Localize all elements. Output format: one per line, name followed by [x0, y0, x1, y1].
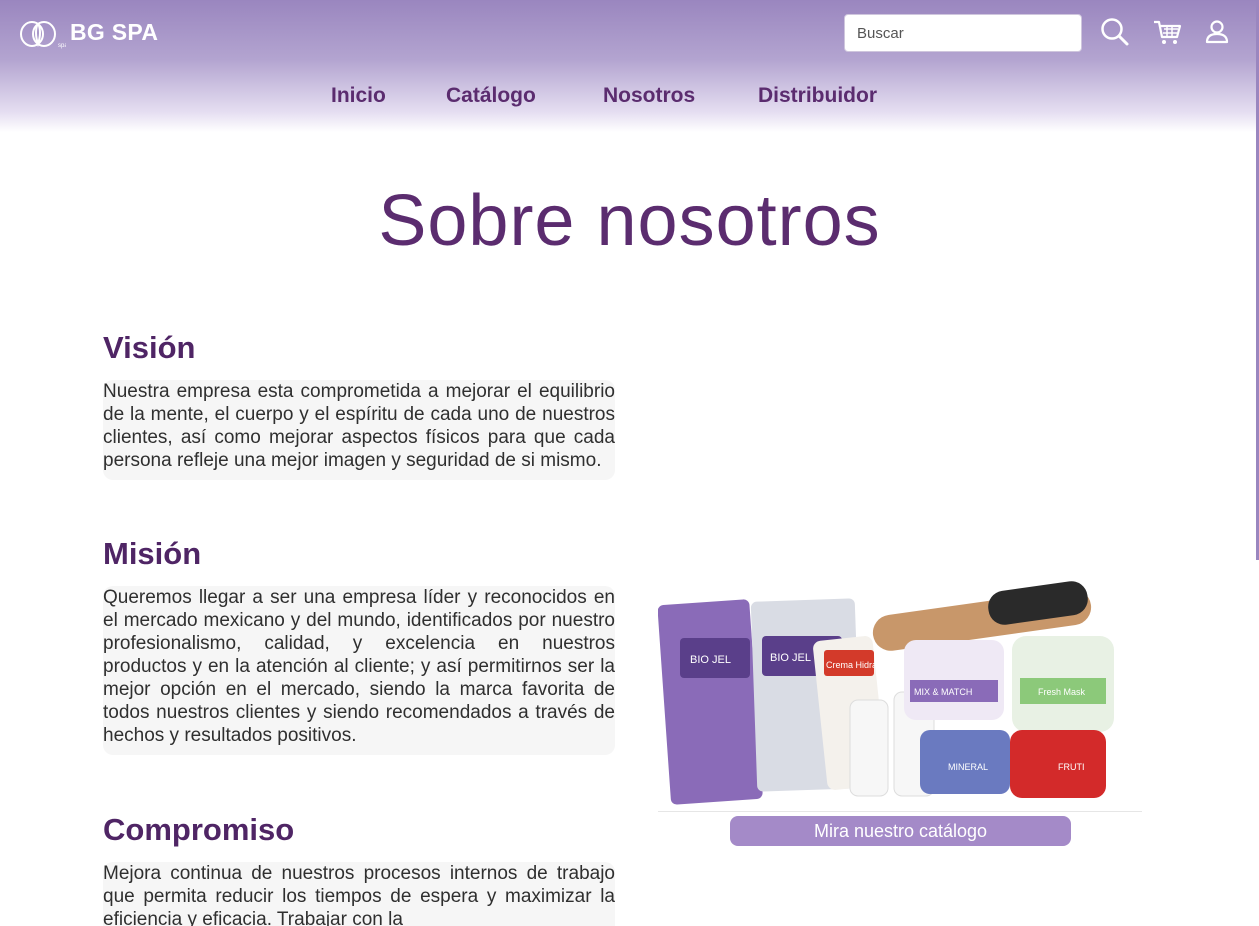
search-input[interactable] — [844, 14, 1082, 52]
products-image[interactable]: BIO JEL BIO JEL Crema Hidratante MIX & M… — [658, 580, 1142, 812]
product-label: MINERAL — [948, 762, 988, 772]
section-compromiso: Compromiso Mejora continua de nuestros p… — [103, 812, 615, 926]
search-icon — [1101, 18, 1129, 46]
section-body: Mejora continua de nuestros procesos int… — [103, 862, 615, 926]
view-catalog-button[interactable]: Mira nuestro catálogo — [730, 816, 1071, 846]
catalog-promo: BIO JEL BIO JEL Crema Hidratante MIX & M… — [658, 580, 1142, 846]
svg-text:spa: spa — [58, 43, 66, 49]
section-title: Compromiso — [103, 812, 295, 847]
products-illustration: BIO JEL BIO JEL Crema Hidratante MIX & M… — [658, 581, 1114, 805]
user-icon — [1205, 20, 1229, 44]
cart-button[interactable] — [1150, 14, 1184, 50]
nav-item-distribuidor[interactable]: Distribuidor — [758, 84, 877, 108]
nav-item-catalogo[interactable]: Catálogo — [446, 84, 536, 108]
lotus-logo-icon: spa — [20, 21, 66, 49]
section-mision: Misión Queremos llegar a ser una empresa… — [103, 536, 615, 755]
search-button[interactable] — [1098, 14, 1132, 50]
logo[interactable]: spa BG SPA — [18, 14, 158, 50]
account-button[interactable] — [1200, 14, 1234, 50]
nav-item-inicio[interactable]: Inicio — [331, 84, 386, 108]
product-label: MIX & MATCH — [914, 687, 972, 697]
main-nav: Inicio Catálogo Nosotros Distribuidor — [0, 84, 1259, 118]
section-body: Nuestra empresa esta comprometida a mejo… — [103, 380, 615, 480]
product-label: Crema Hidratante — [826, 660, 897, 670]
section-vision: Visión Nuestra empresa esta comprometida… — [103, 330, 615, 480]
product-label: BIO JEL — [690, 654, 731, 666]
brand-name: BG SPA — [70, 18, 159, 45]
cart-icon — [1154, 20, 1182, 44]
product-label: Fresh Mask — [1038, 687, 1086, 697]
header: spa BG SPA Inicio Catálogo Nosotros Di — [0, 0, 1259, 132]
section-title: Visión — [103, 330, 196, 365]
section-title: Misión — [103, 536, 202, 571]
page-title: Sobre nosotros — [378, 181, 881, 261]
section-body: Queremos llegar a ser una empresa líder … — [103, 586, 615, 755]
product-label: FRUTI — [1058, 762, 1085, 772]
product-label: BIO JEL — [770, 652, 811, 664]
nav-item-nosotros[interactable]: Nosotros — [603, 84, 695, 108]
